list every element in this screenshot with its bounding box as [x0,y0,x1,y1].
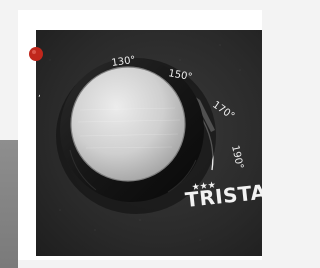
product-photo: , 130° 150° 170° 190° ★★★ TRISTA [0,0,262,268]
indicator-light [29,47,43,61]
left-grey-panel [0,140,18,268]
svg-text:,: , [38,89,41,99]
